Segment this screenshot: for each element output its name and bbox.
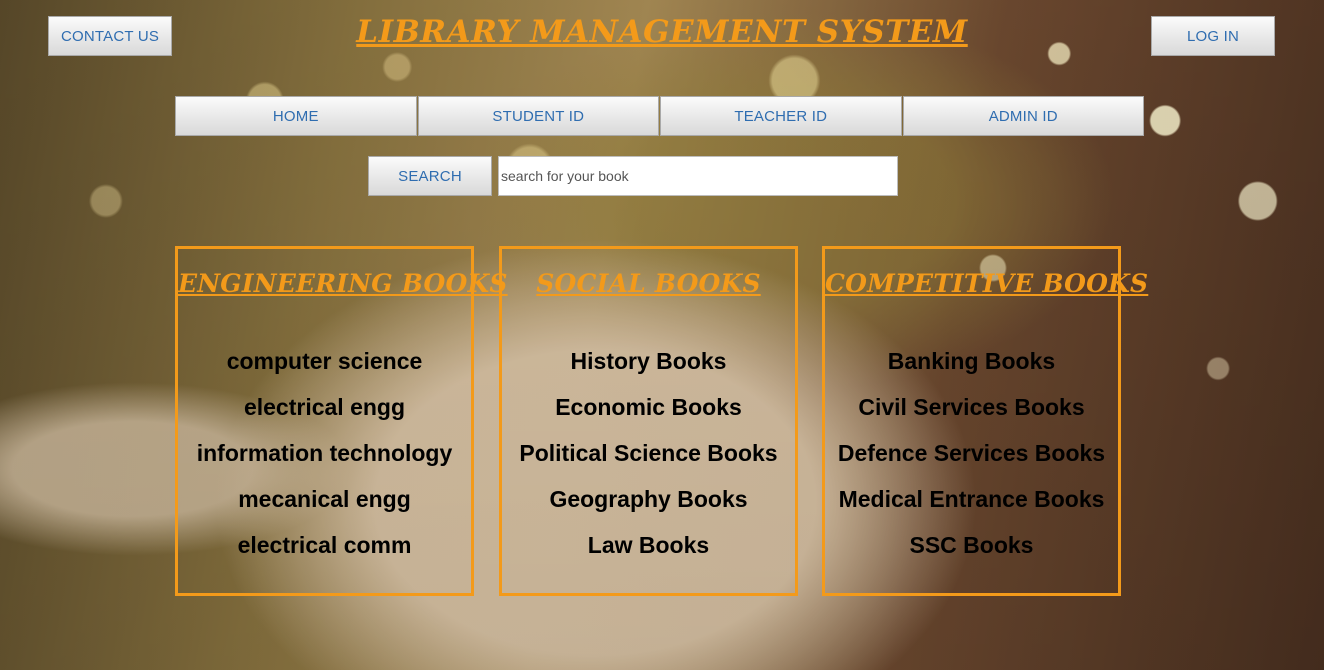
category-title[interactable]: COMPETITIVE BOOKS xyxy=(825,269,1148,298)
contact-us-button[interactable]: CONTACT US xyxy=(48,16,172,56)
nav-admin-id[interactable]: ADMIN ID xyxy=(902,96,1144,136)
list-item[interactable]: computer science xyxy=(178,338,471,384)
list-item[interactable]: Defence Services Books xyxy=(825,430,1118,476)
category-title[interactable]: ENGINEERING BOOKS xyxy=(178,269,507,298)
search-button[interactable]: SEARCH xyxy=(368,156,492,196)
list-item[interactable]: Economic Books xyxy=(502,384,795,430)
page-title: LIBRARY MANAGEMENT SYSTEM xyxy=(356,14,968,50)
list-item[interactable]: Banking Books xyxy=(825,338,1118,384)
list-item[interactable]: mecanical engg xyxy=(178,476,471,522)
list-item[interactable]: SSC Books xyxy=(825,522,1118,568)
nav-home[interactable]: HOME xyxy=(175,96,417,136)
log-in-button[interactable]: LOG IN xyxy=(1151,16,1275,56)
category-competitive-books: COMPETITIVE BOOKS Banking Books Civil Se… xyxy=(822,246,1148,596)
nav-teacher-id[interactable]: TEACHER ID xyxy=(660,96,902,136)
list-item[interactable]: information technology xyxy=(178,430,471,476)
search-input[interactable] xyxy=(498,156,898,196)
list-item[interactable]: Political Science Books xyxy=(502,430,795,476)
main-nav: HOME STUDENT ID TEACHER ID ADMIN ID xyxy=(175,96,1145,136)
list-item[interactable]: electrical engg xyxy=(178,384,471,430)
category-social-books: SOCIAL BOOKS History Books Economic Book… xyxy=(499,246,798,596)
list-item[interactable]: electrical comm xyxy=(178,522,471,568)
category-engineering-books: ENGINEERING BOOKS computer science elect… xyxy=(175,246,507,596)
list-item[interactable]: Law Books xyxy=(502,522,795,568)
nav-student-id[interactable]: STUDENT ID xyxy=(417,96,659,136)
list-item[interactable]: Geography Books xyxy=(502,476,795,522)
list-item[interactable]: Civil Services Books xyxy=(825,384,1118,430)
category-title[interactable]: SOCIAL BOOKS xyxy=(502,269,795,298)
list-item[interactable]: Medical Entrance Books xyxy=(825,476,1118,522)
book-list: History Books Economic Books Political S… xyxy=(502,338,795,568)
list-item[interactable]: History Books xyxy=(502,338,795,384)
book-list: Banking Books Civil Services Books Defen… xyxy=(825,338,1118,568)
book-list: computer science electrical engg informa… xyxy=(178,338,471,568)
